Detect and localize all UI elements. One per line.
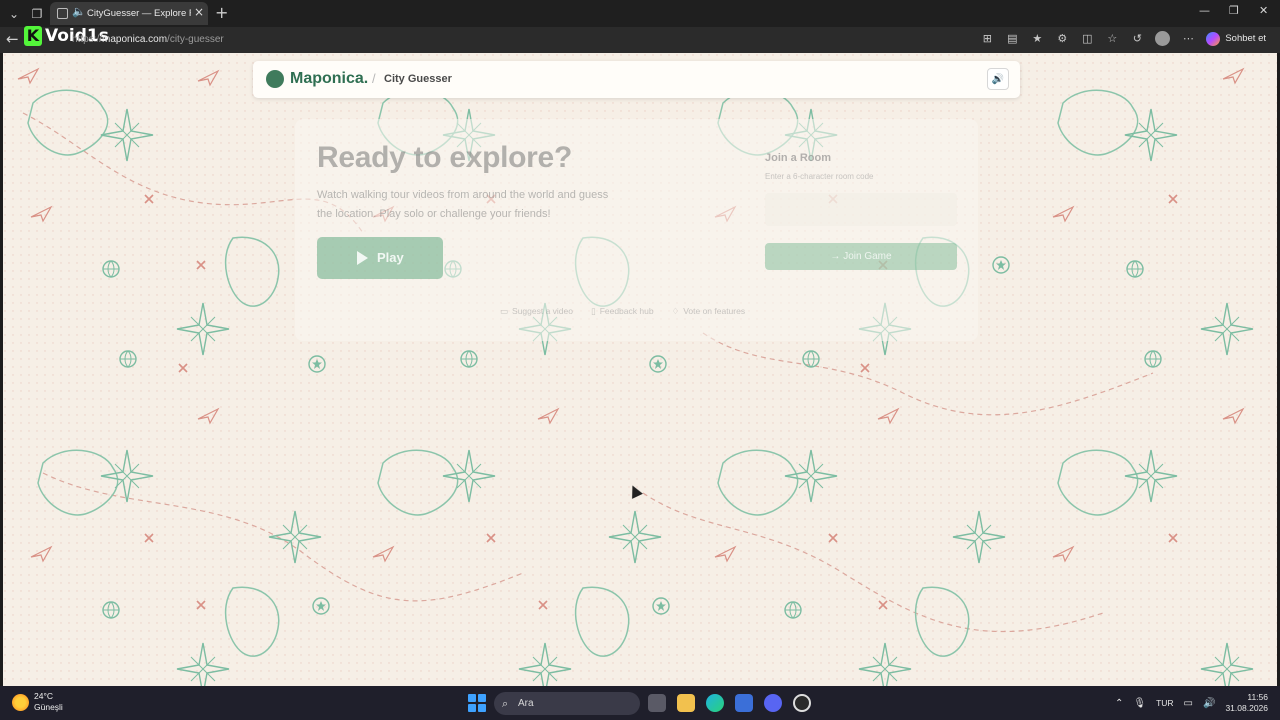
toolbar-icons: ⊞ ▤ ★ ⚙ ◫ ☆ ↺ ⋯ Sohbet et xyxy=(980,31,1266,46)
breadcrumb-separator: / xyxy=(372,71,376,86)
vote-features-label: Vote on features xyxy=(683,306,746,316)
reader-icon[interactable]: ▤ xyxy=(1005,32,1019,46)
url-path: /city-guesser xyxy=(167,34,224,45)
brand-logo[interactable]: Maponica. xyxy=(266,70,368,88)
browser-tab-bar: ⌄ ❐ 🔈 CityGuesser — Explore Real C × + —… xyxy=(0,0,1280,27)
play-icon xyxy=(357,251,368,265)
weather-widget[interactable]: 24°C Güneşli xyxy=(12,691,63,713)
taskbar-search-placeholder: Ara xyxy=(518,698,534,709)
play-label: Play xyxy=(377,250,404,265)
tab-title: CityGuesser — Explore Real C xyxy=(87,8,191,19)
copilot-icon xyxy=(1206,31,1221,46)
show-hidden-icons-icon[interactable]: ⌃ xyxy=(1115,698,1123,709)
minimize-icon[interactable]: — xyxy=(1199,4,1210,17)
sound-toggle-button[interactable]: 🔊 xyxy=(987,68,1009,90)
clock-time: 11:56 xyxy=(1247,692,1268,702)
url-prefix: https:// xyxy=(72,34,103,45)
hero-card: Ready to explore? Watch walking tour vid… xyxy=(295,119,978,341)
profile-avatar[interactable] xyxy=(1155,31,1171,46)
room-code-input[interactable] xyxy=(765,193,957,226)
tab-close-icon[interactable]: × xyxy=(194,5,204,19)
favorite-star-icon[interactable]: ★ xyxy=(1030,32,1044,46)
feedback-hub-link[interactable]: ▯ Feedback hub xyxy=(591,306,654,317)
lightbulb-icon: ♢ xyxy=(671,307,680,317)
page-viewport: Maponica. / City Guesser 🔊 Ready to expl… xyxy=(3,53,1277,686)
join-room-title: Join a Room xyxy=(765,152,832,164)
microphone-icon[interactable]: 🎙 xyxy=(1133,698,1146,709)
clock-date: 31.08.2026 xyxy=(1225,703,1268,713)
copilot-button[interactable]: Sohbet et xyxy=(1206,31,1266,46)
play-button[interactable]: Play xyxy=(317,237,443,279)
file-explorer-icon[interactable] xyxy=(677,694,695,712)
feedback-hub-label: Feedback hub xyxy=(599,306,654,316)
maponica-logo-icon xyxy=(266,70,284,88)
system-tray: ⌃ 🎙 TUR ▭ 🔊 11:56 31.08.2026 xyxy=(1115,692,1268,714)
close-window-icon[interactable]: ✕ xyxy=(1259,4,1268,17)
hero-description: Watch walking tour videos from around th… xyxy=(317,189,609,220)
tab-cityguesser[interactable]: 🔈 CityGuesser — Explore Real C × xyxy=(50,2,208,25)
breadcrumb-city-guesser[interactable]: City Guesser xyxy=(384,73,452,85)
video-icon: ▭ xyxy=(500,307,509,317)
feedback-icon: ▯ xyxy=(591,307,596,317)
language-indicator[interactable]: TUR xyxy=(1156,698,1173,708)
favorites-icon[interactable]: ☆ xyxy=(1105,32,1119,46)
footer-links: ▭ Suggest a video ▯ Feedback hub ♢ Vote on … xyxy=(500,306,745,317)
vote-features-link[interactable]: ♢ Vote on features xyxy=(672,306,746,317)
address-bar: ← K Void1s https://maponica.com/city-gue… xyxy=(0,26,1280,53)
suggest-video-label: Suggest a video xyxy=(512,306,573,316)
tab-audio-icon[interactable]: 🔈 xyxy=(72,5,86,18)
split-screen-icon[interactable]: ◫ xyxy=(1080,32,1094,46)
suggest-video-link[interactable]: ▭ Suggest a video xyxy=(500,306,573,317)
brand-name: Maponica. xyxy=(290,70,369,87)
weather-condition: Güneşli xyxy=(34,702,63,712)
hero-title: Ready to explore? xyxy=(317,141,572,174)
chrome-app-icon[interactable] xyxy=(793,694,811,712)
edge-browser-icon[interactable] xyxy=(706,694,724,712)
workspaces-icon[interactable]: ❐ xyxy=(27,4,47,24)
clock[interactable]: 11:56 31.08.2026 xyxy=(1225,692,1268,714)
tab-list-icon[interactable]: ⌄ xyxy=(4,4,24,24)
microsoft-store-icon[interactable] xyxy=(735,694,753,712)
join-room-subtitle: Enter a 6-character room code xyxy=(765,172,874,181)
restore-icon[interactable]: ❐ xyxy=(1229,4,1239,17)
extensions-icon[interactable]: ⚙ xyxy=(1055,32,1069,46)
app-install-icon[interactable]: ⊞ xyxy=(980,32,994,46)
url-host: maponica.com xyxy=(102,34,168,45)
back-icon[interactable]: ← xyxy=(6,30,19,48)
new-tab-icon[interactable]: + xyxy=(215,3,228,22)
search-icon: ⌕ xyxy=(502,697,509,710)
more-menu-icon[interactable]: ⋯ xyxy=(1181,32,1195,46)
start-button[interactable] xyxy=(468,694,486,712)
weather-temperature: 24°C xyxy=(34,691,53,701)
sun-icon xyxy=(12,693,29,711)
network-icon[interactable]: ▭ xyxy=(1184,698,1193,709)
join-game-label: Join Game xyxy=(843,251,892,262)
void-k-icon: K xyxy=(24,26,42,46)
copilot-label: Sohbet et xyxy=(1225,33,1266,44)
task-view-icon[interactable] xyxy=(648,694,666,712)
volume-icon[interactable]: 🔊 xyxy=(1203,698,1215,709)
history-icon[interactable]: ↺ xyxy=(1130,32,1144,46)
discord-icon[interactable] xyxy=(764,694,782,712)
url-field[interactable]: https://maponica.com/city-guesser xyxy=(72,34,224,45)
taskbar-search[interactable]: ⌕ Ara xyxy=(494,692,640,715)
site-header: Maponica. / City Guesser 🔊 xyxy=(253,61,1020,98)
windows-taskbar: 24°C Güneşli ⌕ Ara ⌃ 🎙 TUR ▭ 🔊 11:56 31.… xyxy=(0,686,1280,720)
join-game-button[interactable]: → Join Game xyxy=(765,243,957,270)
tab-favicon-icon xyxy=(57,8,68,19)
